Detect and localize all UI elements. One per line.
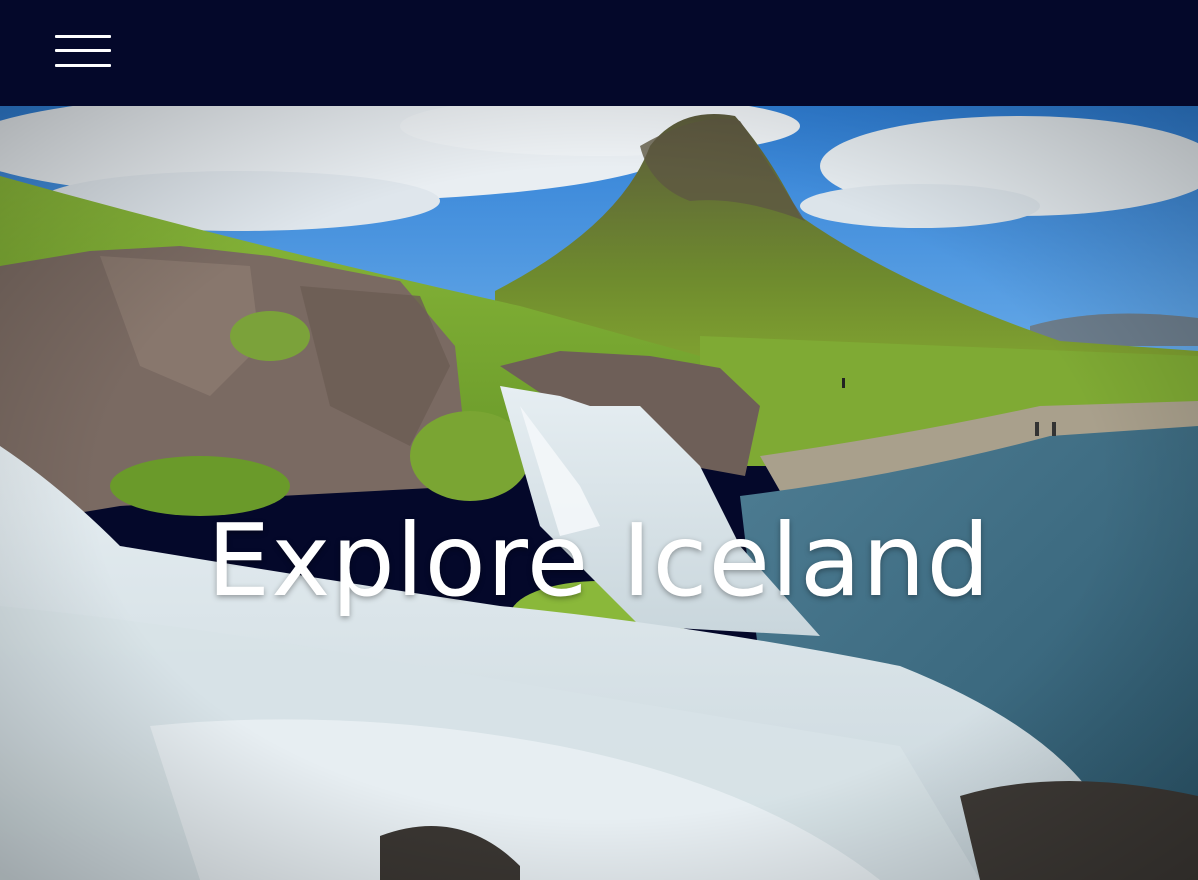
hero-background-image — [0, 106, 1198, 880]
top-navbar — [0, 0, 1198, 106]
hero-section: Explore Iceland — [0, 106, 1198, 880]
hero-title: Explore Iceland — [207, 502, 991, 619]
hamburger-menu-icon[interactable] — [55, 31, 111, 71]
